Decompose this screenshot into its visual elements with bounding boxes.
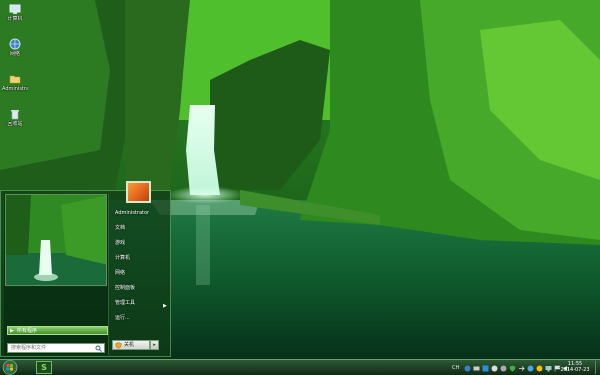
power-shield-icon (115, 342, 122, 349)
desktop-icon-user-folder[interactable]: Administrato... (2, 73, 28, 92)
search-placeholder: 搜索程序和文件 (11, 345, 47, 351)
desktop-icon-label: 计算机 (7, 16, 23, 22)
shutdown-options-button[interactable]: ▸ (150, 340, 159, 350)
network-icon (9, 38, 21, 50)
user-avatar-tile[interactable] (126, 181, 151, 203)
security-shield-icon[interactable] (509, 365, 516, 372)
menu-item-network[interactable]: 网络 (115, 270, 125, 277)
keyboard-icon[interactable] (473, 365, 480, 372)
language-indicator[interactable]: CH (452, 365, 459, 371)
desktop-icon-recycle-bin[interactable]: 回收站 (2, 108, 28, 127)
arrow-right-icon: ▶ (10, 328, 14, 334)
wallpaper-preview-image (5, 194, 107, 286)
network-status-icon[interactable] (545, 365, 552, 372)
show-desktop-button[interactable] (595, 361, 599, 374)
menu-item-games[interactable]: 游戏 (115, 240, 125, 247)
menu-item-computer[interactable]: 计算机 (115, 255, 130, 262)
start-menu-left-pane: ▶ 所有程序 搜索程序和文件 (4, 194, 109, 355)
input-method-icon[interactable] (482, 365, 489, 372)
start-orb-windows-icon[interactable] (2, 360, 18, 375)
tool-icon[interactable] (491, 365, 498, 372)
desktop-icon-label: 网络 (9, 51, 20, 57)
submenu-arrow-icon: ▶ (163, 303, 167, 309)
system-tray: CH (452, 362, 570, 374)
cloud-icon[interactable] (527, 365, 534, 372)
taskbar: S CH 11:55 2014-07-23 (0, 359, 600, 375)
chevron-right-icon: ▸ (153, 342, 156, 348)
arrow-icon[interactable] (518, 365, 525, 372)
taskbar-app-button[interactable]: S (36, 361, 52, 374)
menu-item-control-panel[interactable]: 控制面板 (115, 285, 135, 292)
help-icon[interactable] (464, 365, 471, 372)
search-input[interactable]: 搜索程序和文件 (7, 343, 105, 353)
computer-icon (9, 4, 21, 14)
menu-item-admin-tools[interactable]: 管理工具 (115, 300, 135, 307)
user-folder-icon (9, 75, 21, 84)
desktop-icon-network[interactable]: 网络 (2, 38, 28, 57)
shutdown-label: 关机 (124, 342, 135, 348)
menu-item-run[interactable]: 运行... (115, 315, 130, 322)
menu-item-documents[interactable]: 文档 (115, 225, 125, 232)
desktop-icon-computer[interactable]: 计算机 (2, 3, 28, 22)
desktop-icon-label: Administrato... (2, 86, 28, 92)
clock-date: 2014-07-23 (560, 367, 590, 373)
menu-item-user[interactable]: Administrator (115, 210, 149, 217)
recycle-bin-icon (11, 110, 19, 120)
shutdown-button[interactable]: 关机 (112, 340, 150, 350)
all-programs-label: 所有程序 (17, 328, 38, 334)
desktop-icon-label: 回收站 (7, 121, 23, 127)
antivirus-icon[interactable] (536, 365, 543, 372)
settings-icon[interactable] (500, 365, 507, 372)
search-icon[interactable] (95, 345, 102, 352)
system-clock[interactable]: 11:55 2014-07-23 (556, 361, 594, 373)
app-icon-label: S (41, 363, 47, 372)
all-programs-button[interactable]: ▶ 所有程序 (7, 326, 108, 335)
